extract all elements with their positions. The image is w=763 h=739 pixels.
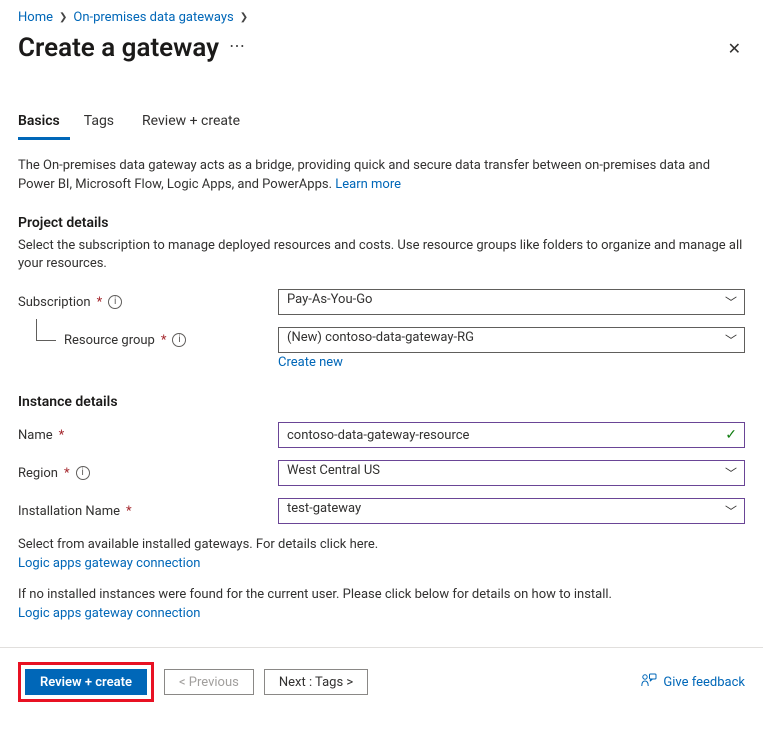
tab-tags[interactable]: Tags bbox=[70, 105, 128, 140]
label-subscription: Subscription * i bbox=[18, 295, 278, 310]
label-region: Region * i bbox=[18, 466, 278, 481]
label-resource-group-text: Resource group bbox=[64, 333, 155, 348]
person-feedback-icon bbox=[641, 673, 657, 691]
row-region: Region * i West Central US ﹀ bbox=[18, 460, 745, 486]
logic-apps-link-2[interactable]: Logic apps gateway connection bbox=[18, 606, 200, 621]
label-installation-name: Installation Name * bbox=[18, 504, 278, 519]
project-details-header: Project details bbox=[18, 215, 745, 231]
hint-select-text: Select from available installed gateways… bbox=[18, 536, 745, 555]
breadcrumb-home[interactable]: Home bbox=[18, 10, 53, 25]
tree-connector bbox=[36, 319, 56, 341]
intro-text: The On-premises data gateway acts as a b… bbox=[18, 157, 745, 195]
breadcrumb: Home ❯ On-premises data gateways ❯ bbox=[18, 10, 745, 25]
required-asterisk: * bbox=[161, 333, 167, 348]
project-details-sub: Select the subscription to manage deploy… bbox=[18, 237, 745, 273]
tab-basics[interactable]: Basics bbox=[18, 105, 70, 140]
hint-none-text: If no installed instances were found for… bbox=[18, 586, 745, 605]
tab-review-create[interactable]: Review + create bbox=[128, 105, 254, 140]
close-icon[interactable]: ✕ bbox=[724, 35, 745, 62]
review-create-button[interactable]: Review + create bbox=[25, 669, 147, 695]
chevron-right-icon: ❯ bbox=[59, 12, 67, 23]
info-icon[interactable]: i bbox=[172, 333, 186, 347]
tab-bar: Basics Tags Review + create bbox=[18, 105, 745, 141]
chevron-right-icon: ❯ bbox=[240, 12, 248, 23]
give-feedback-label: Give feedback bbox=[663, 675, 745, 690]
next-button[interactable]: Next : Tags > bbox=[264, 669, 368, 695]
logic-apps-link-1[interactable]: Logic apps gateway connection bbox=[18, 556, 200, 571]
footer-bar: Review + create < Previous Next : Tags >… bbox=[0, 647, 763, 702]
row-installation-name: Installation Name * test-gateway ﹀ bbox=[18, 498, 745, 524]
highlight-review-create: Review + create bbox=[18, 662, 154, 702]
required-asterisk: * bbox=[97, 295, 103, 310]
row-subscription: Subscription * i Pay-As-You-Go ﹀ bbox=[18, 289, 745, 315]
hint-no-instances: If no installed instances were found for… bbox=[18, 586, 745, 624]
label-name-text: Name bbox=[18, 428, 53, 443]
label-name: Name * bbox=[18, 428, 278, 443]
page-header: Create a gateway ⋯ ✕ bbox=[18, 33, 745, 63]
region-select[interactable]: West Central US bbox=[278, 460, 745, 486]
required-asterisk: * bbox=[59, 428, 65, 443]
installation-name-select[interactable]: test-gateway bbox=[278, 498, 745, 524]
create-new-rg-link[interactable]: Create new bbox=[278, 355, 343, 370]
give-feedback-link[interactable]: Give feedback bbox=[641, 673, 745, 691]
resource-group-select[interactable]: (New) contoso-data-gateway-RG bbox=[278, 327, 745, 353]
subscription-select[interactable]: Pay-As-You-Go bbox=[278, 289, 745, 315]
info-icon[interactable]: i bbox=[108, 295, 122, 309]
required-asterisk: * bbox=[126, 504, 132, 519]
label-install-text: Installation Name bbox=[18, 504, 120, 519]
info-icon[interactable]: i bbox=[76, 466, 90, 480]
row-resource-group: Resource group * i (New) contoso-data-ga… bbox=[18, 327, 745, 353]
row-name: Name * ✓ bbox=[18, 422, 745, 448]
more-icon[interactable]: ⋯ bbox=[229, 38, 246, 58]
label-resource-group: Resource group * i bbox=[18, 333, 278, 348]
hint-select-gateway: Select from available installed gateways… bbox=[18, 536, 745, 574]
label-region-text: Region bbox=[18, 466, 58, 481]
name-input[interactable] bbox=[278, 422, 745, 448]
page-title: Create a gateway bbox=[18, 33, 219, 63]
breadcrumb-gateways[interactable]: On-premises data gateways bbox=[73, 10, 233, 25]
instance-details-header: Instance details bbox=[18, 394, 745, 410]
label-subscription-text: Subscription bbox=[18, 295, 91, 310]
previous-button[interactable]: < Previous bbox=[164, 669, 254, 695]
learn-more-link[interactable]: Learn more bbox=[335, 177, 401, 192]
required-asterisk: * bbox=[64, 466, 70, 481]
